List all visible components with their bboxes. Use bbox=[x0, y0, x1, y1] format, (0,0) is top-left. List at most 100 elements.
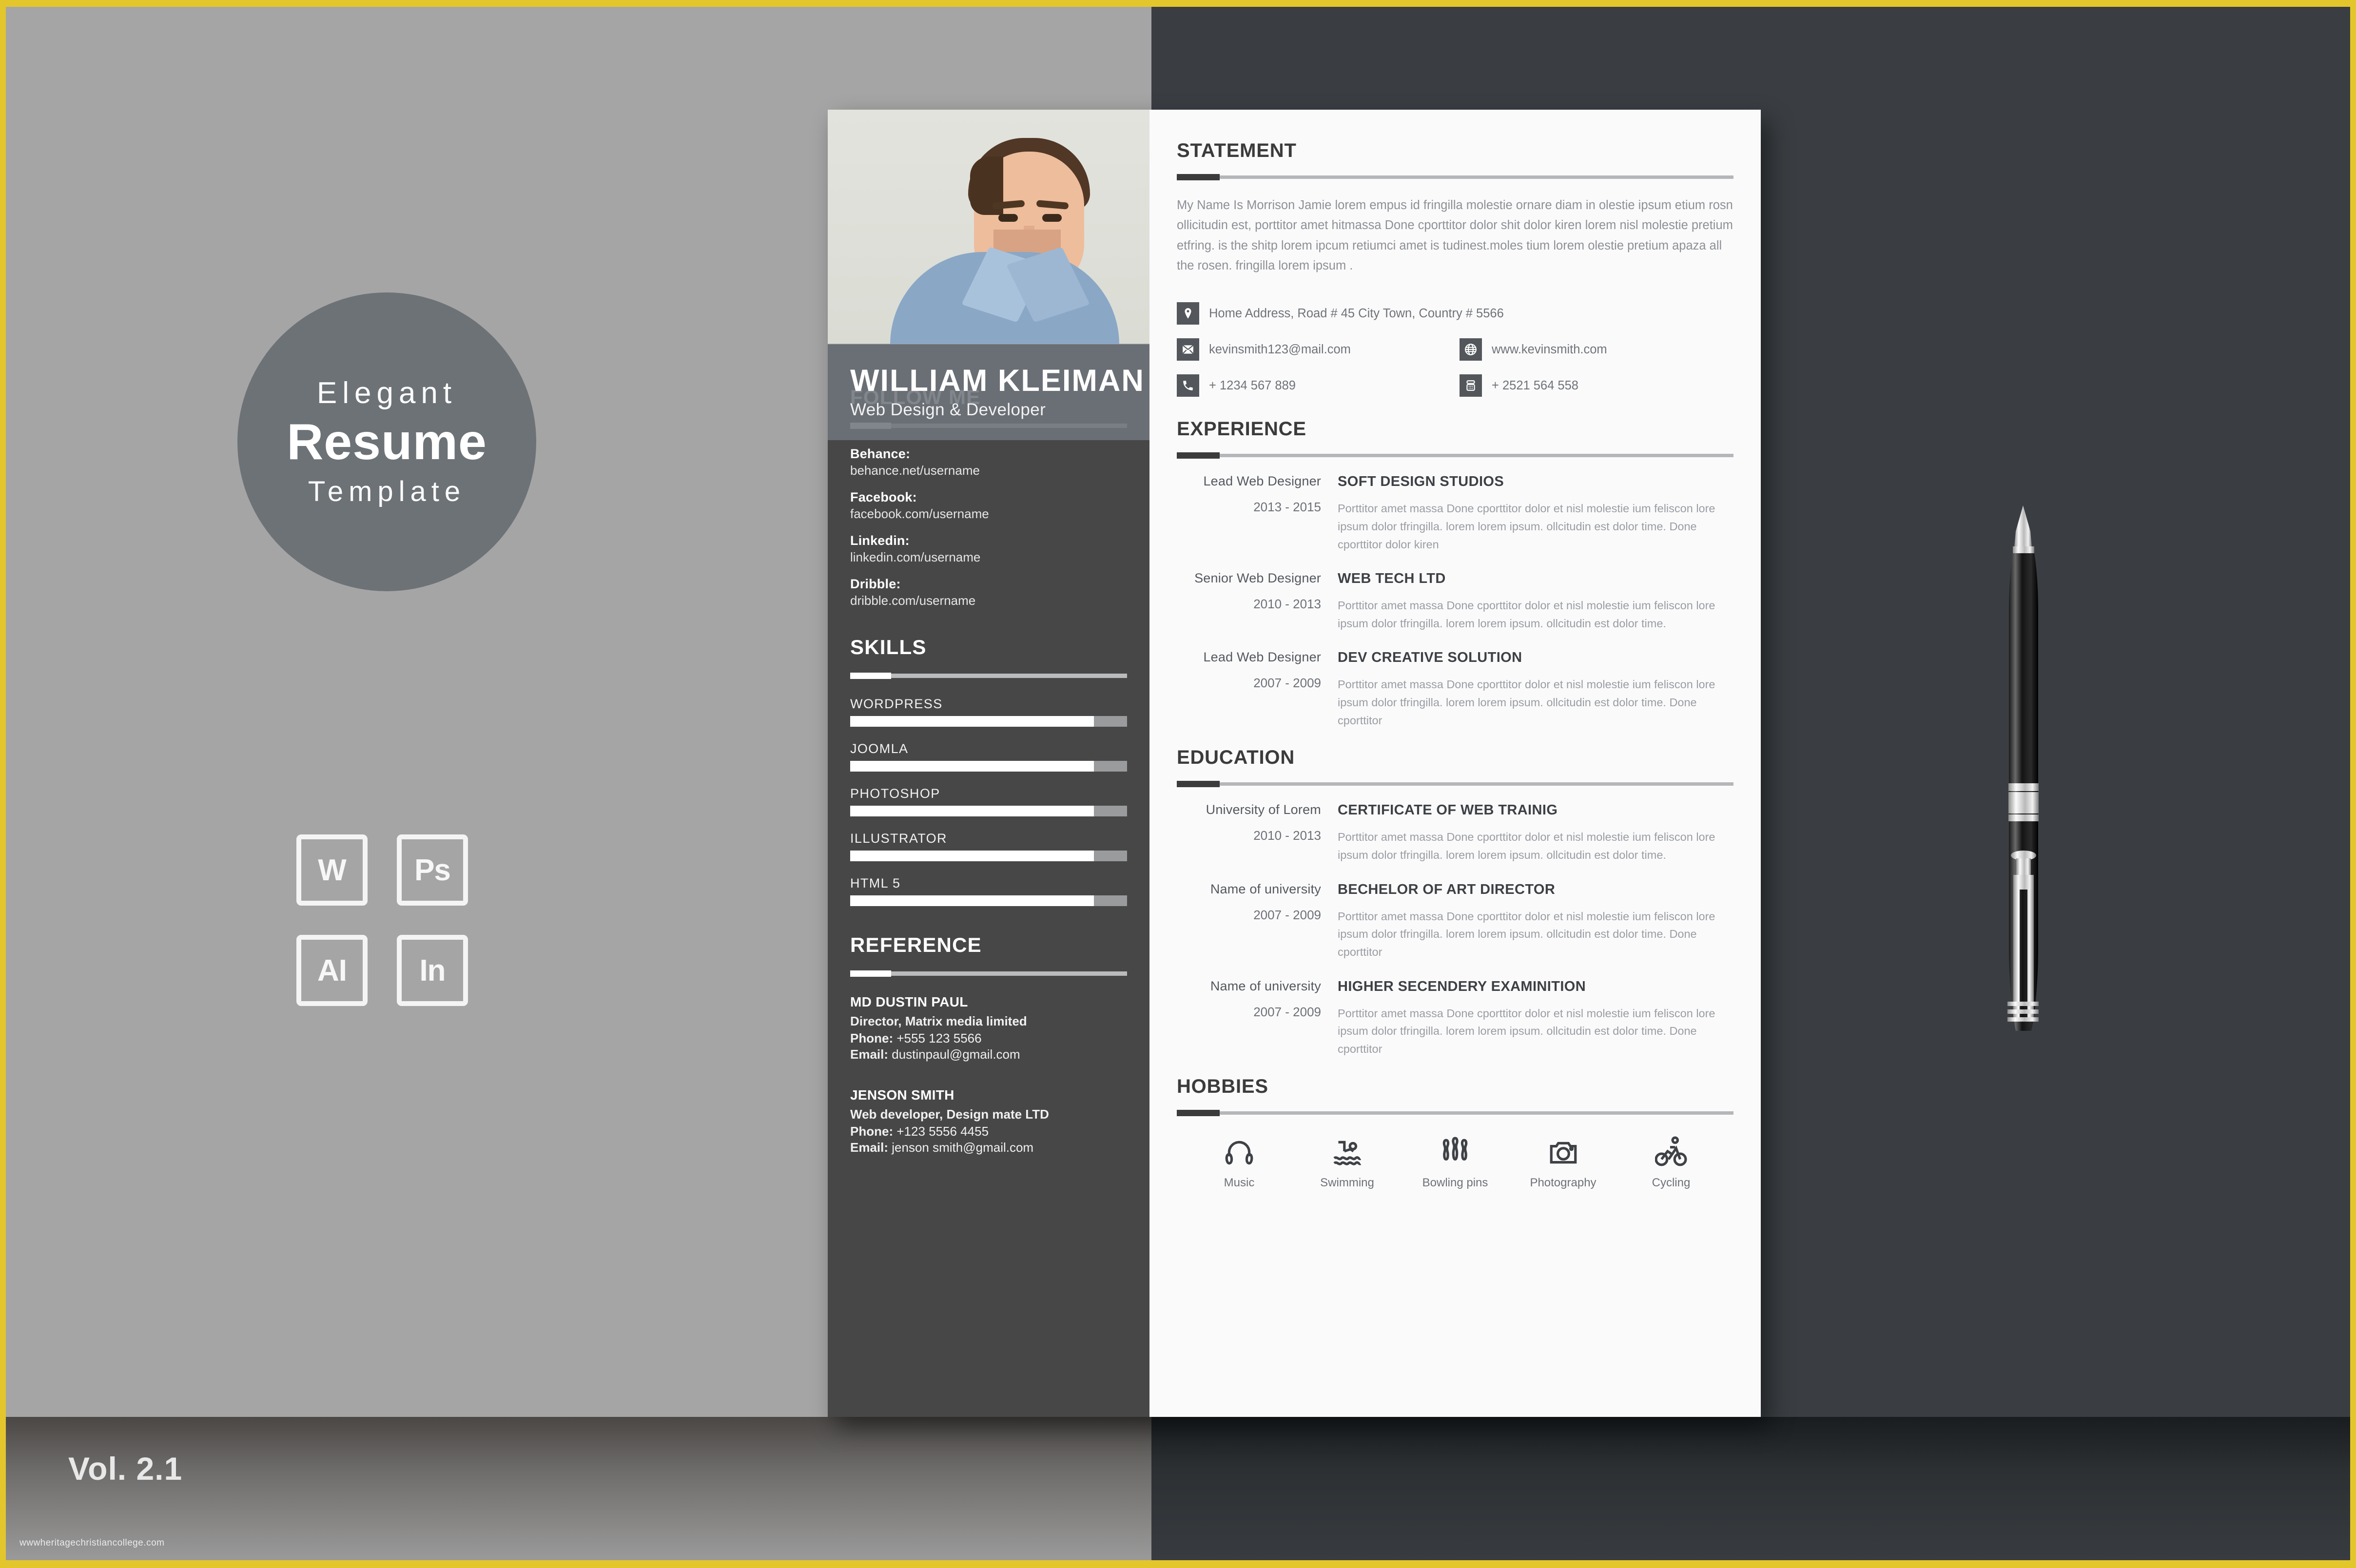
reference-email-value[interactable]: dustinpaul@gmail.com bbox=[892, 1047, 1020, 1062]
hobby-cycling: Cycling bbox=[1622, 1131, 1720, 1190]
hobbies-heading: HOBBIES bbox=[1177, 1075, 1268, 1097]
entry-meta: Lead Web Designer 2013 - 2015 bbox=[1177, 474, 1338, 553]
contact-address[interactable]: Home Address, Road # 45 City Town, Count… bbox=[1177, 302, 1504, 325]
backdrop-left-shadow bbox=[0, 1417, 1151, 1568]
promo-badge: Elegant Resume Template bbox=[237, 292, 536, 591]
promo-line-elegant: Elegant bbox=[316, 376, 457, 410]
headphones-icon bbox=[1223, 1131, 1255, 1168]
entry-org: BECHELOR OF ART DIRECTOR bbox=[1338, 881, 1556, 897]
reference-title: Web developer, Design mate LTD bbox=[850, 1107, 1049, 1122]
globe-icon bbox=[1460, 338, 1482, 361]
entry-org: CERTIFICATE OF WEB TRAINIG bbox=[1338, 802, 1558, 818]
contact-website[interactable]: www.kevinsmith.com bbox=[1460, 338, 1607, 361]
entry-org: SOFT DESIGN STUDIOS bbox=[1338, 474, 1504, 490]
format-badge-word: W bbox=[296, 834, 368, 906]
section-reference: REFERENCE MD DUSTIN PAUL Director, Matri… bbox=[850, 933, 1127, 1155]
section-hobbies: HOBBIES Music Swimming Bowling pins Phot… bbox=[1177, 1076, 1733, 1190]
contact-address-text: Home Address, Road # 45 City Town, Count… bbox=[1209, 306, 1504, 320]
skill-track bbox=[850, 851, 1127, 861]
entry-meta: University of Lorem 2010 - 2013 bbox=[1177, 802, 1338, 864]
social-link-dribble[interactable]: Dribble: dribble.com/username bbox=[850, 577, 1127, 608]
social-link-behance[interactable]: Behance: behance.net/username bbox=[850, 446, 1127, 478]
social-label: Dribble: bbox=[850, 577, 901, 591]
skill-fill bbox=[850, 716, 1094, 727]
social-link-facebook[interactable]: Facebook: facebook.com/username bbox=[850, 490, 1127, 522]
reference-phone-label: Phone: bbox=[850, 1031, 894, 1045]
skill-wordpress: WORDPRESS bbox=[850, 697, 1127, 727]
skill-track bbox=[850, 806, 1127, 816]
reference-title: Director, Matrix media limited bbox=[850, 1014, 1027, 1028]
contact-email[interactable]: kevinsmith123@mail.com bbox=[1177, 338, 1460, 361]
entry-description: Porttitor amet massa Done cporttitor dol… bbox=[1338, 910, 1715, 959]
skill-fill bbox=[850, 895, 1094, 906]
section-experience: EXPERIENCE Lead Web Designer 2013 - 2015… bbox=[1177, 418, 1733, 729]
skill-illustrator: ILLUSTRATOR bbox=[850, 831, 1127, 861]
reference-divider bbox=[850, 970, 1127, 977]
accent-border-bottom bbox=[0, 1560, 2356, 1568]
experience-divider bbox=[1177, 452, 1733, 459]
entry-body: DEV CREATIVE SOLUTION Porttitor amet mas… bbox=[1338, 650, 1733, 729]
contact-row-phones: + 1234 567 889 + 2521 564 558 bbox=[1177, 374, 1733, 397]
statement-divider bbox=[1177, 174, 1733, 180]
envelope-icon bbox=[1177, 338, 1199, 361]
entry-role: Lead Web Designer bbox=[1203, 650, 1321, 665]
skill-track bbox=[850, 761, 1127, 772]
skill-label: HTML 5 bbox=[850, 876, 901, 890]
contact-landline-text: + 2521 564 558 bbox=[1492, 378, 1578, 392]
contact-website-text: www.kevinsmith.com bbox=[1492, 342, 1607, 356]
backdrop-right-shadow bbox=[1151, 1417, 2356, 1568]
reference-phone-label: Phone: bbox=[850, 1124, 894, 1139]
reference-email-value[interactable]: jenson smith@gmail.com bbox=[892, 1140, 1033, 1155]
contact-row-email-web: kevinsmith123@mail.com www.kevinsmith.co… bbox=[1177, 338, 1733, 361]
skill-photoshop: PHOTOSHOP bbox=[850, 786, 1127, 816]
profile-role: Web Design & Developer bbox=[850, 400, 1046, 419]
contact-block: Home Address, Road # 45 City Town, Count… bbox=[1177, 302, 1733, 397]
entry-description: Porttitor amet massa Done cporttitor dol… bbox=[1338, 831, 1715, 862]
profile-name: WILLIAM KLEIMAN bbox=[850, 364, 1145, 398]
statement-text: My Name Is Morrison Jamie lorem empus id… bbox=[1177, 198, 1733, 272]
entry-body: BECHELOR OF ART DIRECTOR Porttitor amet … bbox=[1338, 882, 1733, 961]
social-value: behance.net/username bbox=[850, 463, 980, 478]
hobby-label: Bowling pins bbox=[1422, 1176, 1488, 1189]
skill-html5: HTML 5 bbox=[850, 876, 1127, 906]
resume-document: WILLIAM KLEIMAN Web Design & Developer F… bbox=[828, 110, 1761, 1417]
social-label: Linkedin: bbox=[850, 533, 910, 548]
contact-phone[interactable]: + 1234 567 889 bbox=[1177, 374, 1460, 397]
entry-body: SOFT DESIGN STUDIOS Porttitor amet massa… bbox=[1338, 474, 1733, 553]
bowling-pins-icon bbox=[1439, 1131, 1471, 1168]
entry-role: Name of university bbox=[1210, 881, 1321, 896]
swimmer-icon bbox=[1331, 1131, 1363, 1168]
reference-phone-row: Phone: +123 5556 4455 bbox=[850, 1124, 1127, 1139]
skill-fill bbox=[850, 806, 1094, 816]
entry-years: 2013 - 2015 bbox=[1253, 500, 1321, 515]
entry-description: Porttitor amet massa Done cporttitor dol… bbox=[1338, 678, 1715, 727]
pen-icon bbox=[2007, 505, 2039, 1031]
hobby-label: Cycling bbox=[1652, 1176, 1691, 1189]
entry-meta: Senior Web Designer 2010 - 2013 bbox=[1177, 571, 1338, 632]
promo-line-template: Template bbox=[308, 476, 466, 507]
reference-name: JENSON SMITH bbox=[850, 1087, 954, 1103]
watermark-label: wwwheritagechristiancollege.com bbox=[19, 1538, 165, 1548]
location-pin-icon bbox=[1177, 302, 1199, 325]
hobby-music: Music bbox=[1190, 1131, 1288, 1190]
promo-line-resume: Resume bbox=[287, 414, 487, 470]
reference-phone-value: +123 5556 4455 bbox=[896, 1124, 989, 1139]
education-divider bbox=[1177, 781, 1733, 788]
entry-years: 2007 - 2009 bbox=[1253, 1004, 1321, 1019]
section-skills: SKILLS WORDPRESS JOOMLA PHOTOSHOP ILLUST… bbox=[850, 636, 1127, 906]
social-link-linkedin[interactable]: Linkedin: linkedin.com/username bbox=[850, 533, 1127, 565]
entry-org: HIGHER SECENDERY EXAMINITION bbox=[1338, 978, 1586, 994]
entry-description: Porttitor amet massa Done cporttitor dol… bbox=[1338, 1007, 1715, 1056]
entry-meta: Name of university 2007 - 2009 bbox=[1177, 882, 1338, 961]
resume-main: STATEMENT My Name Is Morrison Jamie lore… bbox=[1149, 110, 1761, 1417]
education-heading: EDUCATION bbox=[1177, 747, 1295, 769]
education-entry: Name of university 2007 - 2009 BECHELOR … bbox=[1177, 882, 1733, 961]
reference-email-label: Email: bbox=[850, 1140, 889, 1155]
phone-icon bbox=[1177, 374, 1199, 397]
reference-email-label: Email: bbox=[850, 1047, 889, 1062]
section-education: EDUCATION University of Lorem 2010 - 201… bbox=[1177, 747, 1733, 1058]
sidebar-content: FOLLOW ME Behance: behance.net/username … bbox=[828, 345, 1149, 1155]
camera-icon bbox=[1547, 1131, 1579, 1168]
entry-years: 2007 - 2009 bbox=[1253, 676, 1321, 691]
contact-landline[interactable]: + 2521 564 558 bbox=[1460, 374, 1578, 397]
